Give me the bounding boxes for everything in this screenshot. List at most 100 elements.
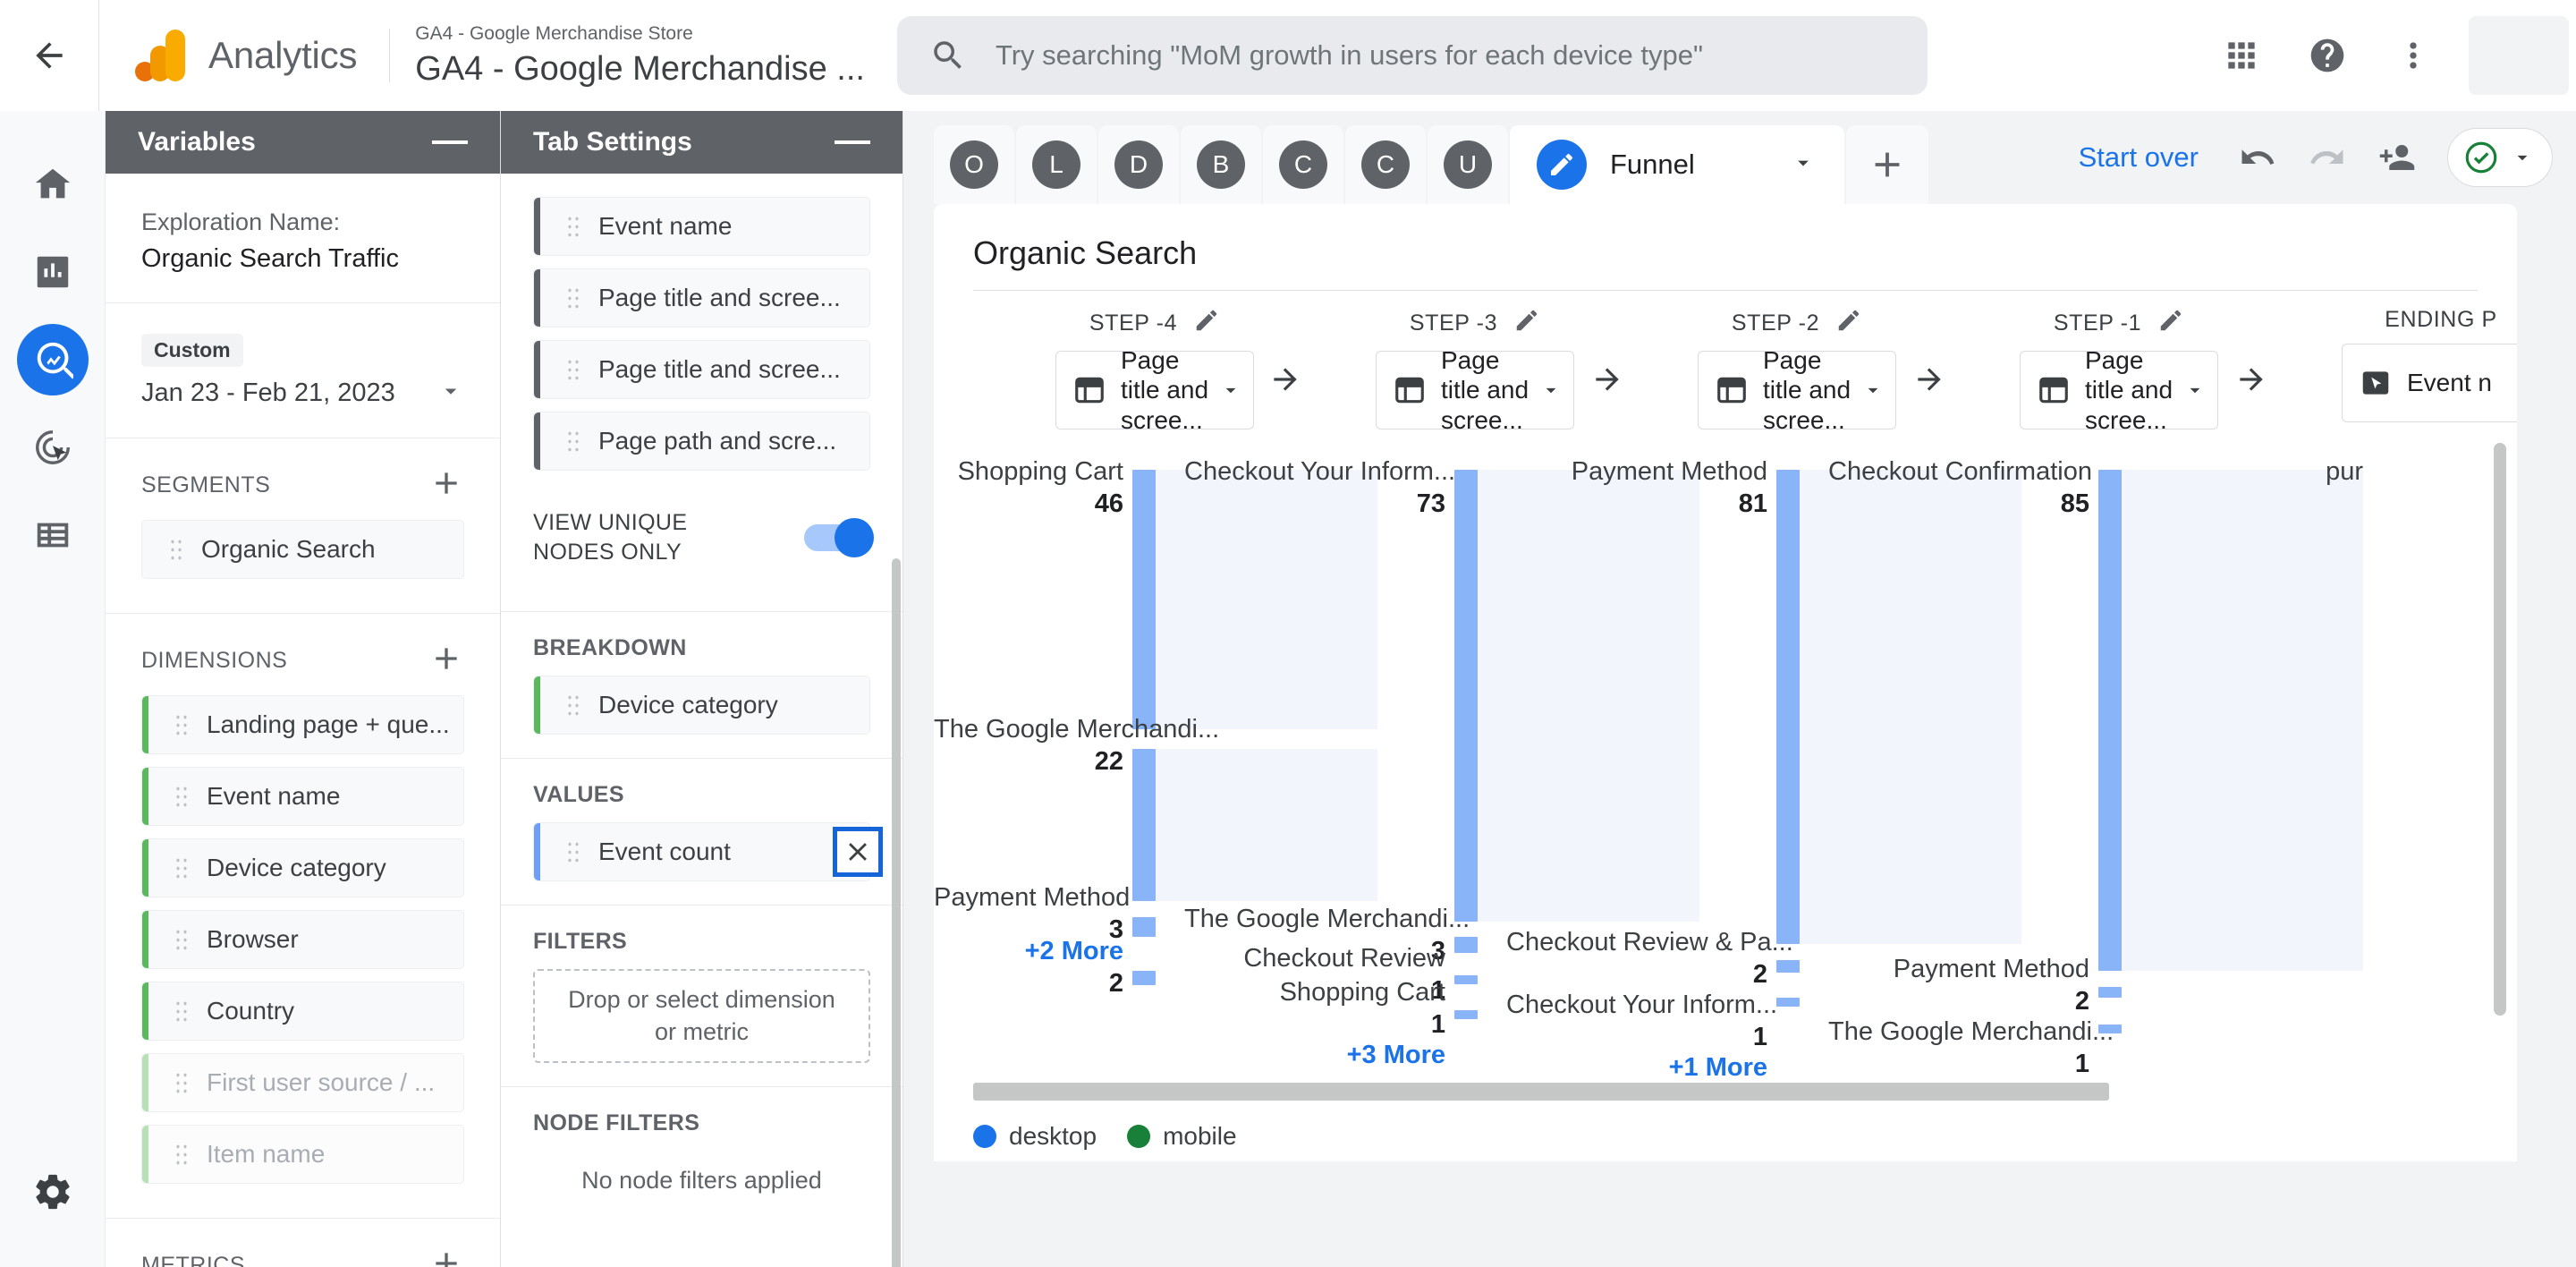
tab-c1[interactable]: C [1263,125,1343,204]
node-bar[interactable] [1132,971,1156,985]
node-bar[interactable] [1132,917,1156,937]
drag-handle-icon[interactable] [566,215,580,238]
node-bar[interactable] [1454,470,1478,922]
breakdown-item[interactable]: Device category [533,676,870,735]
node-bar[interactable] [1454,1010,1478,1019]
start-over-button[interactable]: Start over [2079,141,2199,174]
more-options-button[interactable] [2370,13,2456,98]
node-bar[interactable] [1132,749,1156,901]
tab-d[interactable]: D [1098,125,1179,204]
step-item[interactable]: Event name [533,197,870,256]
drag-handle-icon[interactable] [566,429,580,453]
node-bar[interactable] [1132,470,1156,729]
dimension-item[interactable]: First user source / ... [141,1052,464,1112]
flow-band [1800,470,2021,944]
tab-funnel-dropdown[interactable] [1791,150,1816,180]
dimension-item[interactable]: Country [141,981,464,1041]
node-label: Checkout Your Inform... [1506,991,1778,1019]
help-button[interactable] [2284,13,2370,98]
brand-block[interactable]: Analytics [99,0,387,111]
legend-item-desktop[interactable]: desktop [973,1122,1097,1151]
drag-handle-icon[interactable] [174,999,189,1023]
step-item[interactable]: Page path and scre... [533,412,870,471]
drag-handle-icon[interactable] [174,712,189,736]
add-tab-button[interactable] [1846,125,1928,204]
date-range-section[interactable]: Custom Jan 23 - Feb 21, 2023 [106,303,500,438]
drag-handle-icon[interactable] [174,855,189,880]
node-value: 2 [1752,960,1767,989]
drag-handle-icon[interactable] [174,1070,189,1094]
tab-l[interactable]: L [1016,125,1097,204]
avatar[interactable] [2469,16,2569,95]
add-metric-button[interactable] [428,1246,464,1267]
sidebar-item-settings[interactable] [17,1156,89,1228]
tab-o[interactable]: O [934,125,1014,204]
funnel-horizontal-scroll-thumb[interactable] [973,1083,2109,1101]
undo-button[interactable] [2225,125,2290,190]
tab-funnel[interactable]: Funnel [1510,125,1844,204]
dimension-item[interactable]: Event name [141,766,464,826]
tab-u[interactable]: U [1428,125,1508,204]
filters-dropzone-wrap: Drop or select dimension or metric [501,969,902,1063]
funnel-vertical-scrollbar[interactable] [2494,443,2506,1016]
sidebar-item-reports[interactable] [17,236,89,308]
drag-handle-icon[interactable] [566,840,580,863]
filters-dropzone[interactable]: Drop or select dimension or metric [533,969,870,1063]
node-bar[interactable] [1776,470,1800,944]
sidebar-item-home[interactable] [17,149,89,220]
node-bar[interactable] [2098,987,2122,998]
add-segment-button[interactable] [428,465,464,506]
tab-b[interactable]: B [1181,125,1261,204]
node-more-link[interactable]: +3 More [1184,1041,1445,1070]
drag-handle-icon[interactable] [174,1142,189,1166]
dimension-item[interactable]: Item name [141,1124,464,1184]
node-bar[interactable] [2098,470,2122,971]
dimension-item[interactable]: Browser [141,909,464,969]
node-label: Checkout Confirmation [1828,457,2092,486]
minimize-button[interactable] [432,140,468,144]
drag-handle-icon[interactable] [566,358,580,381]
tab-settings-scrollbar[interactable] [892,558,901,1267]
drag-handle-icon[interactable] [174,784,189,808]
plus-icon [436,472,457,494]
segment-item[interactable]: Organic Search [141,519,464,579]
tab-c2[interactable]: C [1345,125,1426,204]
search-input[interactable]: Try searching "MoM growth in users for e… [896,16,1928,95]
drag-handle-icon[interactable] [566,286,580,310]
funnel-horizontal-scroll-track[interactable] [973,1083,2487,1101]
node-more-link[interactable]: +1 More [1506,1053,1767,1083]
dimension-item[interactable]: Landing page + que... [141,694,464,754]
node-more-link[interactable]: +2 More [934,937,1123,966]
value-item[interactable]: Event count [533,822,870,881]
minimize-button[interactable] [835,140,870,144]
apps-button[interactable] [2199,13,2284,98]
node-bar[interactable] [1776,960,1800,973]
sidebar-item-configure[interactable] [17,499,89,571]
sidebar-item-advertising[interactable] [17,412,89,483]
node-bar[interactable] [1454,975,1478,984]
unique-nodes-label: VIEW UNIQUE NODES ONLY [533,510,688,565]
step-item[interactable]: Page title and scree... [533,268,870,327]
remove-value-button[interactable] [833,827,883,877]
status-badge[interactable] [2447,128,2553,187]
property-selector[interactable]: GA4 - Google Merchandise Store GA4 - Goo… [390,0,865,111]
back-button[interactable] [0,0,98,111]
node-bar[interactable] [1776,998,1800,1007]
dimension-label: Country [207,996,295,1025]
share-button[interactable] [2365,125,2429,190]
drag-handle-icon[interactable] [174,927,189,951]
drag-handle-icon[interactable] [566,693,580,717]
redo-button[interactable] [2295,125,2360,190]
node-bar[interactable] [1454,937,1478,953]
unique-nodes-toggle[interactable] [804,517,874,557]
dimensions-header: DIMENSIONS [106,614,500,695]
add-dimension-button[interactable] [428,641,464,681]
date-range-dropdown[interactable] [437,378,464,409]
exploration-name-section[interactable]: Exploration Name: Organic Search Traffic [106,174,500,303]
dimension-item[interactable]: Device category [141,838,464,897]
legend-item-mobile[interactable]: mobile [1127,1122,1237,1151]
step-item[interactable]: Page title and scree... [533,340,870,399]
drag-handle-icon[interactable] [169,537,183,561]
sidebar-item-explore[interactable] [16,324,89,395]
node-value: 1 [2074,1050,2089,1078]
